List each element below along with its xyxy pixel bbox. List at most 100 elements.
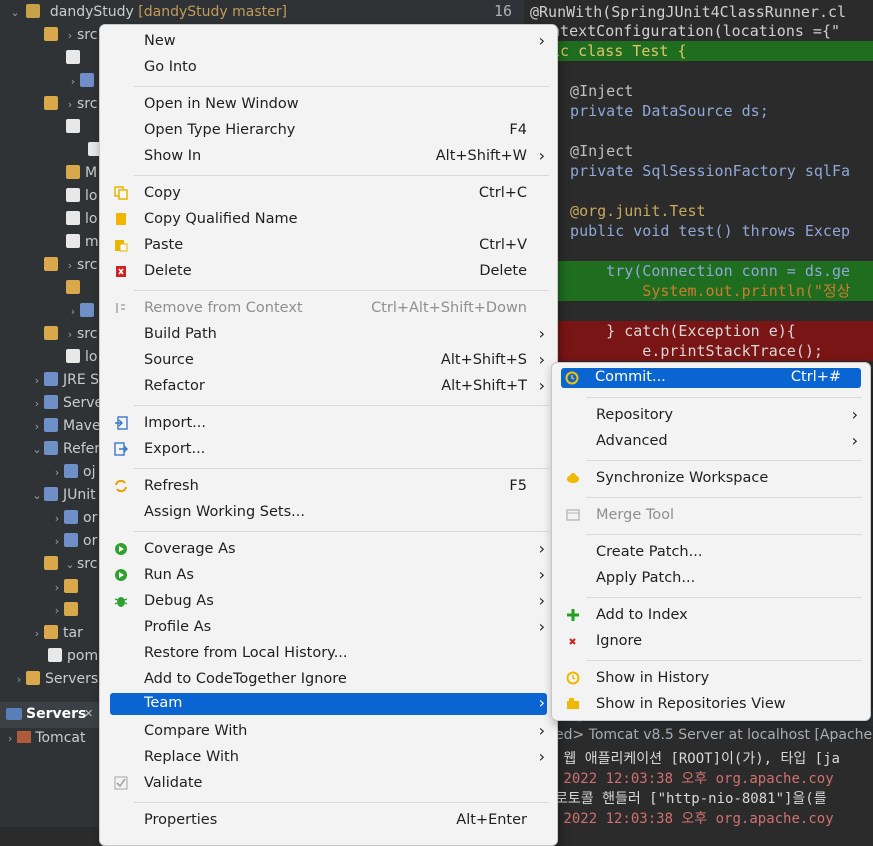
menu-item-export[interactable]: Export... (110, 437, 547, 463)
menu-item-label: Merge Tool (596, 507, 675, 523)
tree-row[interactable]: ⌄ Refer (30, 438, 100, 460)
tree-row[interactable]: › oj (50, 461, 95, 483)
tree-row[interactable]: › or (50, 507, 97, 529)
menu-item-copy[interactable]: Copy Ctrl+C (110, 181, 547, 207)
tree-row[interactable]: › tar (30, 622, 83, 644)
expand-icon[interactable]: › (30, 370, 44, 392)
menu-item-compare-with[interactable]: Compare With › (110, 719, 547, 745)
tree-row[interactable]: › JRE S (30, 369, 99, 391)
menu-item-advanced[interactable]: Advanced › (562, 429, 860, 455)
menu-item-show-in-repositories-view[interactable]: Show in Repositories View (562, 692, 860, 718)
menu-item-import[interactable]: Import... (110, 411, 547, 437)
menu-item-ignore[interactable]: Ignore (562, 629, 860, 655)
expand-icon[interactable]: › (30, 623, 44, 645)
expand-icon[interactable]: › (50, 531, 64, 553)
tree-row[interactable]: › src (44, 254, 97, 276)
jar-icon (64, 533, 78, 547)
menu-item-validate[interactable]: Validate (110, 771, 547, 797)
line-number: 16 (494, 2, 513, 20)
collapse-icon[interactable]: ⌄ (63, 554, 77, 576)
menu-item-refresh[interactable]: Refresh F5 (110, 474, 547, 500)
expand-icon[interactable]: › (66, 301, 80, 323)
menu-item-merge-tool[interactable]: Merge Tool (562, 503, 860, 529)
menu-item-show-in-history[interactable]: Show in History (562, 666, 860, 692)
menu-item-team[interactable]: Team › (110, 693, 547, 715)
expand-icon[interactable]: › (50, 462, 64, 484)
menu-item-assign-working-sets[interactable]: Assign Working Sets... (110, 500, 547, 526)
menu-item-go-into[interactable]: Go Into (110, 55, 547, 81)
menu-item-apply-patch[interactable]: Apply Patch... (562, 566, 860, 592)
expand-icon[interactable]: › (12, 669, 26, 691)
menu-item-delete[interactable]: Delete Delete (110, 259, 547, 285)
collapse-icon[interactable]: ⌄ (30, 439, 44, 461)
tree-row[interactable]: › src (44, 93, 97, 115)
expand-icon[interactable]: › (63, 94, 77, 116)
expand-icon[interactable]: › (50, 508, 64, 530)
collapse-icon[interactable]: ⌄ (30, 485, 44, 507)
expand-icon[interactable]: › (63, 25, 77, 47)
menu-item-open-type-hierarchy[interactable]: Open Type Hierarchy F4 (110, 118, 547, 144)
expand-icon[interactable]: › (30, 416, 44, 438)
expand-icon[interactable]: › (66, 71, 80, 93)
servers-tab[interactable]: Servers ✕ (0, 702, 100, 728)
menu-item-show-in[interactable]: Show In Alt+Shift+W › (110, 144, 547, 170)
menu-item-open-in-new-window[interactable]: Open in New Window (110, 92, 547, 118)
menu-item-source[interactable]: Source Alt+Shift+S › (110, 348, 547, 374)
tree-row[interactable]: ⌄ src (44, 553, 97, 575)
expand-icon[interactable]: › (30, 393, 44, 415)
tree-row[interactable]: lo (66, 346, 97, 368)
code-line: @RunWith(SpringJUnit4ClassRunner.cl (530, 3, 847, 21)
tree-row[interactable]: › src (44, 323, 97, 345)
menu-item-remove-from-context[interactable]: Remove from Context Ctrl+Alt+Shift+Down (110, 296, 547, 322)
menu-item-properties[interactable]: Properties Alt+Enter (110, 808, 547, 834)
menu-item-restore-from-local-history[interactable]: Restore from Local History... (110, 641, 547, 667)
close-icon[interactable]: ✕ (84, 707, 93, 720)
expand-icon[interactable]: › (50, 600, 64, 622)
menu-item-synchronize-workspace[interactable]: Synchronize Workspace (562, 466, 860, 492)
tree-row[interactable]: M (66, 162, 97, 184)
menu-item-new[interactable]: New › (110, 29, 547, 55)
server-row-tomcat[interactable]: › Tomcat (8, 730, 85, 746)
menu-item-debug-as[interactable]: Debug As › (110, 589, 547, 615)
tree-label: Serve (63, 395, 104, 411)
tree-row[interactable]: ⌄ JUnit (30, 484, 96, 506)
tree-row[interactable]: pom (48, 645, 98, 667)
tree-row[interactable]: m (66, 231, 99, 253)
tree-row[interactable]: › Serve (30, 392, 103, 414)
menu-item-commit[interactable]: Commit... Ctrl+# (561, 368, 861, 388)
tree-row[interactable]: › (66, 70, 99, 92)
menu-item-add-to-codetogether-ignore[interactable]: Add to CodeTogether Ignore (110, 667, 547, 693)
menu-item-profile-as[interactable]: Profile As › (110, 615, 547, 641)
menu-item-paste[interactable]: Paste Ctrl+V (110, 233, 547, 259)
expand-icon[interactable]: › (50, 577, 64, 599)
tree-row[interactable]: › or (50, 530, 97, 552)
tree-row[interactable]: › (50, 576, 83, 598)
tree-label: lo (85, 211, 98, 227)
tree-row[interactable]: › Servers (12, 668, 98, 690)
tree-row[interactable] (66, 277, 85, 299)
menu-item-add-to-index[interactable]: Add to Index (562, 603, 860, 629)
menu-item-label: Team (144, 695, 183, 711)
tree-row[interactable]: › (66, 300, 99, 322)
tree-row[interactable] (66, 116, 85, 138)
menu-item-coverage-as[interactable]: Coverage As › (110, 537, 547, 563)
expand-icon[interactable]: › (63, 255, 77, 277)
menu-item-copy-qualified-name[interactable]: Copy Qualified Name (110, 207, 547, 233)
tree-row[interactable]: lo (66, 208, 97, 230)
menu-item-refactor[interactable]: Refactor Alt+Shift+T › (110, 374, 547, 400)
menu-item-replace-with[interactable]: Replace With › (110, 745, 547, 771)
menu-item-run-as[interactable]: Run As › (110, 563, 547, 589)
team-submenu: Commit... Ctrl+# Repository › Advanced › Sy… (551, 362, 871, 721)
tree-row[interactable]: › Mave (30, 415, 101, 437)
tree-row[interactable]: lo (66, 185, 97, 207)
tree-row[interactable] (66, 47, 85, 69)
expand-icon[interactable]: › (63, 324, 77, 346)
collapse-icon[interactable]: ⌄ (8, 2, 22, 24)
tree-row[interactable]: › (50, 599, 83, 621)
project-root[interactable]: ⌄ dandyStudy [dandyStudy master] (8, 1, 287, 23)
menu-item-create-patch[interactable]: Create Patch... (562, 540, 860, 566)
menu-item-build-path[interactable]: Build Path › (110, 322, 547, 348)
expand-icon[interactable]: › (8, 732, 12, 745)
tree-row[interactable]: › src (44, 24, 97, 46)
menu-item-repository[interactable]: Repository › (562, 403, 860, 429)
